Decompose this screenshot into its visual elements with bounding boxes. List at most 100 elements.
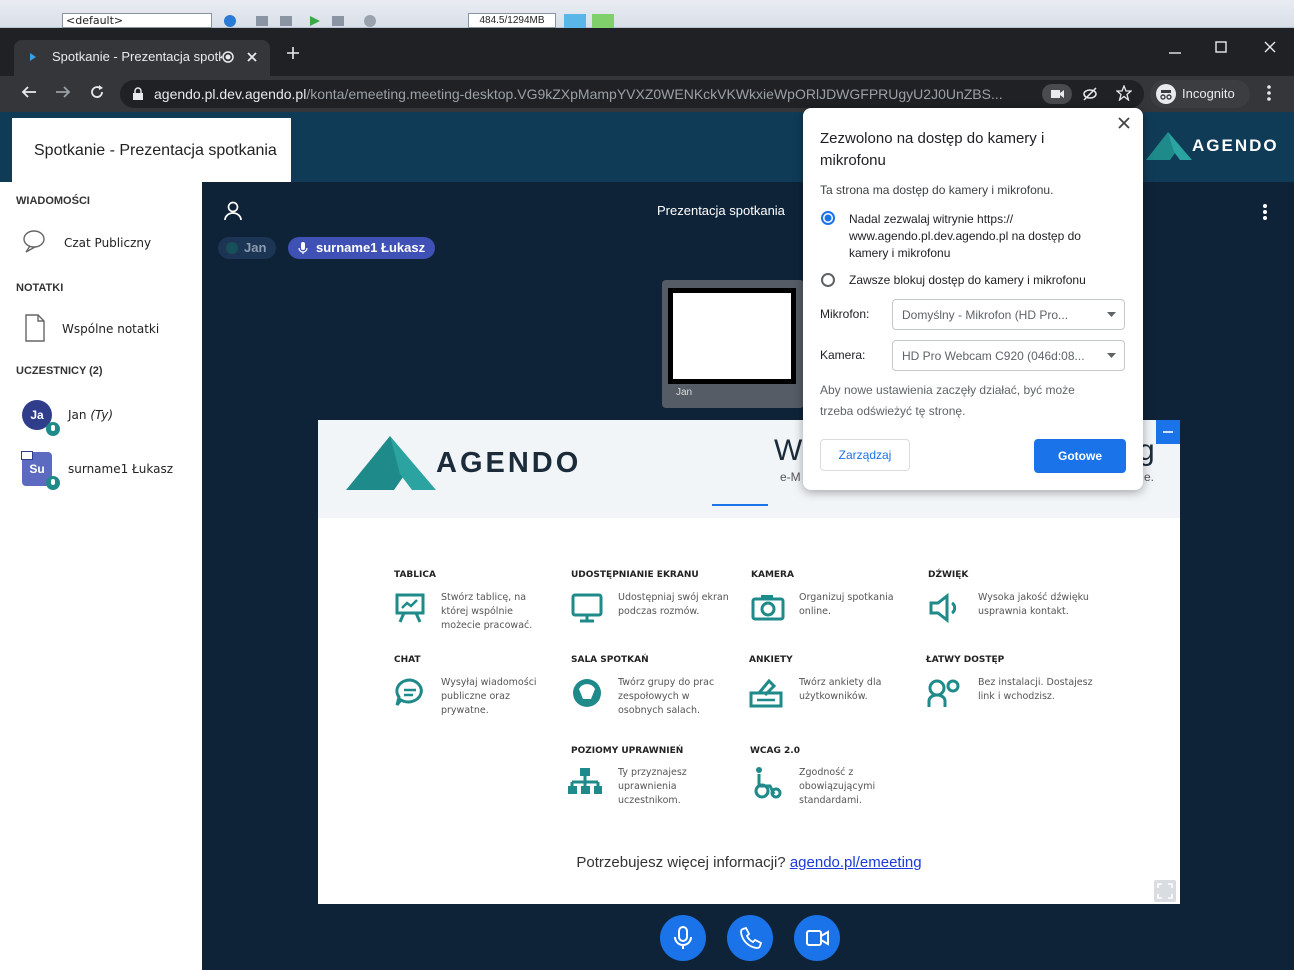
feature-title: DŹWIĘK — [928, 570, 969, 580]
participants-header: UCZESTNICY (2) — [16, 365, 103, 377]
tab-close-icon[interactable] — [246, 51, 258, 63]
presentation-slide: AGENDO Wi g e-M e. TABLICA Stwórz tablic… — [318, 420, 1180, 904]
close-window-icon[interactable] — [1263, 40, 1277, 54]
video-toggle-button[interactable] — [794, 915, 840, 961]
feature-desc: Organizuj spotkania online. — [799, 592, 894, 617]
radio-block[interactable] — [821, 273, 835, 287]
sidebar-item-shared-notes[interactable]: Wspólne notatki — [22, 314, 192, 344]
camera-icon — [751, 595, 785, 621]
incognito-icon — [1156, 84, 1176, 104]
mute-button[interactable] — [660, 915, 706, 961]
new-tab-icon[interactable] — [286, 46, 300, 60]
chat-icon — [22, 228, 48, 254]
hide-icon[interactable] — [1082, 86, 1098, 102]
logo-text: AGENDO — [1192, 136, 1279, 155]
leave-call-button[interactable] — [727, 915, 773, 961]
feature-desc: Ty przyznajesz uprawnienia uczestnikom. — [618, 767, 687, 806]
option-block-label[interactable]: Zawsze blokuj dostęp do kamery i mikrofo… — [849, 273, 1086, 287]
sidebar-item-public-chat[interactable]: Czat Publiczny — [22, 228, 192, 258]
browser-menu-icon[interactable] — [1266, 84, 1272, 102]
slide-divider — [712, 504, 768, 506]
participant-item[interactable]: Su surname1 Łukasz — [21, 451, 192, 492]
url-host: agendo.pl.dev.agendo.pl — [154, 86, 307, 102]
os-toolbar-icons — [220, 14, 460, 28]
back-icon[interactable] — [20, 84, 38, 100]
option-allow-label[interactable]: Nadal zezwalaj witrynie https:// www.age… — [849, 211, 1104, 262]
mic-select-value: Domyślny - Mikrofon (HD Pro... — [902, 308, 1069, 322]
presenter-icon — [21, 451, 33, 461]
video-label: Jan — [676, 387, 693, 398]
done-button[interactable]: Gotowe — [1034, 439, 1126, 473]
camera-label: Kamera: — [820, 348, 866, 362]
messages-header: WIADOMOŚCI — [16, 195, 90, 207]
accessibility-icon — [754, 767, 782, 799]
bookmark-star-icon[interactable] — [1116, 85, 1132, 101]
popup-close-icon[interactable] — [1117, 116, 1131, 130]
lock-icon — [132, 87, 144, 101]
tab-title: Spotkanie - Prezentacja spotkania — [52, 49, 222, 64]
feature-item: POZIOMY UPRAWNIEŃ Ty przyznajesz uprawni… — [568, 746, 746, 806]
manage-button[interactable]: Zarządzaj — [820, 439, 910, 471]
reload-icon[interactable] — [88, 83, 106, 101]
incognito-badge[interactable]: Incognito — [1150, 80, 1250, 108]
page-title: Spotkanie - Prezentacja spotkania — [12, 118, 291, 182]
footer-text: Potrzebujesz więcej informacji? — [576, 854, 786, 871]
maximize-icon[interactable] — [1214, 40, 1228, 54]
users-icon[interactable] — [224, 201, 242, 221]
profile-combo[interactable]: <default> — [62, 13, 212, 28]
mic-status-icon — [46, 476, 60, 490]
camera-indicator-icon[interactable] — [1042, 84, 1072, 104]
minimize-icon[interactable] — [1168, 46, 1182, 60]
footer-link[interactable]: agendo.pl/emeeting — [790, 854, 922, 871]
mic-icon — [298, 241, 308, 255]
feature-title: UDOSTĘPNIANIE EKRANU — [571, 570, 699, 580]
easy-access-icon — [927, 679, 960, 707]
feature-item: UDOSTĘPNIANIE EKRANU Udostępniaj swój ek… — [571, 570, 746, 623]
camera-select[interactable]: HD Pro Webcam C920 (046d:08... — [892, 340, 1125, 371]
feature-desc: Stwórz tablicę, na której wspólnie możec… — [441, 592, 533, 631]
fullscreen-button[interactable] — [1154, 880, 1176, 902]
screen-share-icon — [571, 593, 603, 623]
sidebar-item-label: Wspólne notatki — [62, 322, 160, 336]
camera-select-value: HD Pro Webcam C920 (046d:08... — [902, 349, 1085, 363]
browser-tab[interactable]: Spotkanie - Prezentacja spotkania — [14, 40, 270, 76]
whiteboard-icon — [395, 593, 425, 623]
participant-item[interactable]: Ja Jan (Ty) — [22, 400, 192, 436]
tab-favicon-icon — [28, 51, 38, 63]
feature-item: WCAG 2.0 Zgodność z obowiązującymi stand… — [750, 746, 920, 806]
feature-desc: Twórz grupy do prac zespołowych w osobny… — [618, 677, 715, 716]
incognito-label: Incognito — [1182, 86, 1235, 101]
url-path: /konta/emeeting.meeting-desktop.VG9kZXpM… — [306, 86, 1003, 102]
permission-popup: Zezwolono na dostęp do kamery i mikrofon… — [803, 108, 1143, 490]
feature-title: KAMERA — [751, 570, 794, 580]
os-tray-icons — [562, 13, 622, 28]
slide-minimize-button[interactable] — [1156, 420, 1180, 444]
participant-name: surname1 Łukasz — [68, 462, 174, 476]
meeting-options-icon[interactable] — [1262, 203, 1268, 221]
feature-item: ANKIETY Twórz ankiety dla użytkowników. — [749, 655, 919, 708]
feature-item: DŹWIĘK Wysoka jakość dźwięku usprawnia k… — [928, 570, 1108, 624]
feature-item: SALA SPOTKAŃ Twórz grupy do prac zespoło… — [571, 655, 746, 716]
address-bar[interactable]: agendo.pl.dev.agendo.pl/konta/emeeting.m… — [120, 80, 1144, 108]
participant-you-label: (Ty) — [90, 408, 114, 422]
forward-icon[interactable] — [54, 84, 72, 100]
talker-pill-jan[interactable]: Jan — [218, 237, 277, 259]
sidebar — [0, 182, 202, 970]
mic-select[interactable]: Domyślny - Mikrofon (HD Pro... — [892, 299, 1125, 330]
feature-desc: Wysyłaj wiadomości publiczne oraz prywat… — [441, 677, 537, 716]
slide-footer: Potrzebujesz więcej informacji? agendo.p… — [318, 854, 1180, 871]
permissions-icon — [568, 768, 602, 794]
mic-status-icon — [46, 422, 60, 436]
chevron-down-icon — [1107, 353, 1116, 359]
feature-title: ŁATWY DOSTĘP — [926, 655, 1005, 665]
tab-recording-icon — [222, 51, 234, 63]
feature-title: ANKIETY — [749, 655, 793, 665]
video-feed — [668, 288, 796, 384]
feature-desc: Bez instalacji. Dostajesz link i wchodzi… — [978, 677, 1093, 702]
meeting-rooms-icon — [573, 679, 601, 707]
talker-pill-speaker[interactable]: surname1 Łukasz — [288, 237, 436, 259]
slide-subheading: e-M — [780, 470, 801, 484]
radio-allow[interactable] — [821, 211, 835, 225]
video-tile[interactable]: Jan — [662, 280, 804, 408]
participant-name: Jan (Ty) — [68, 408, 113, 422]
